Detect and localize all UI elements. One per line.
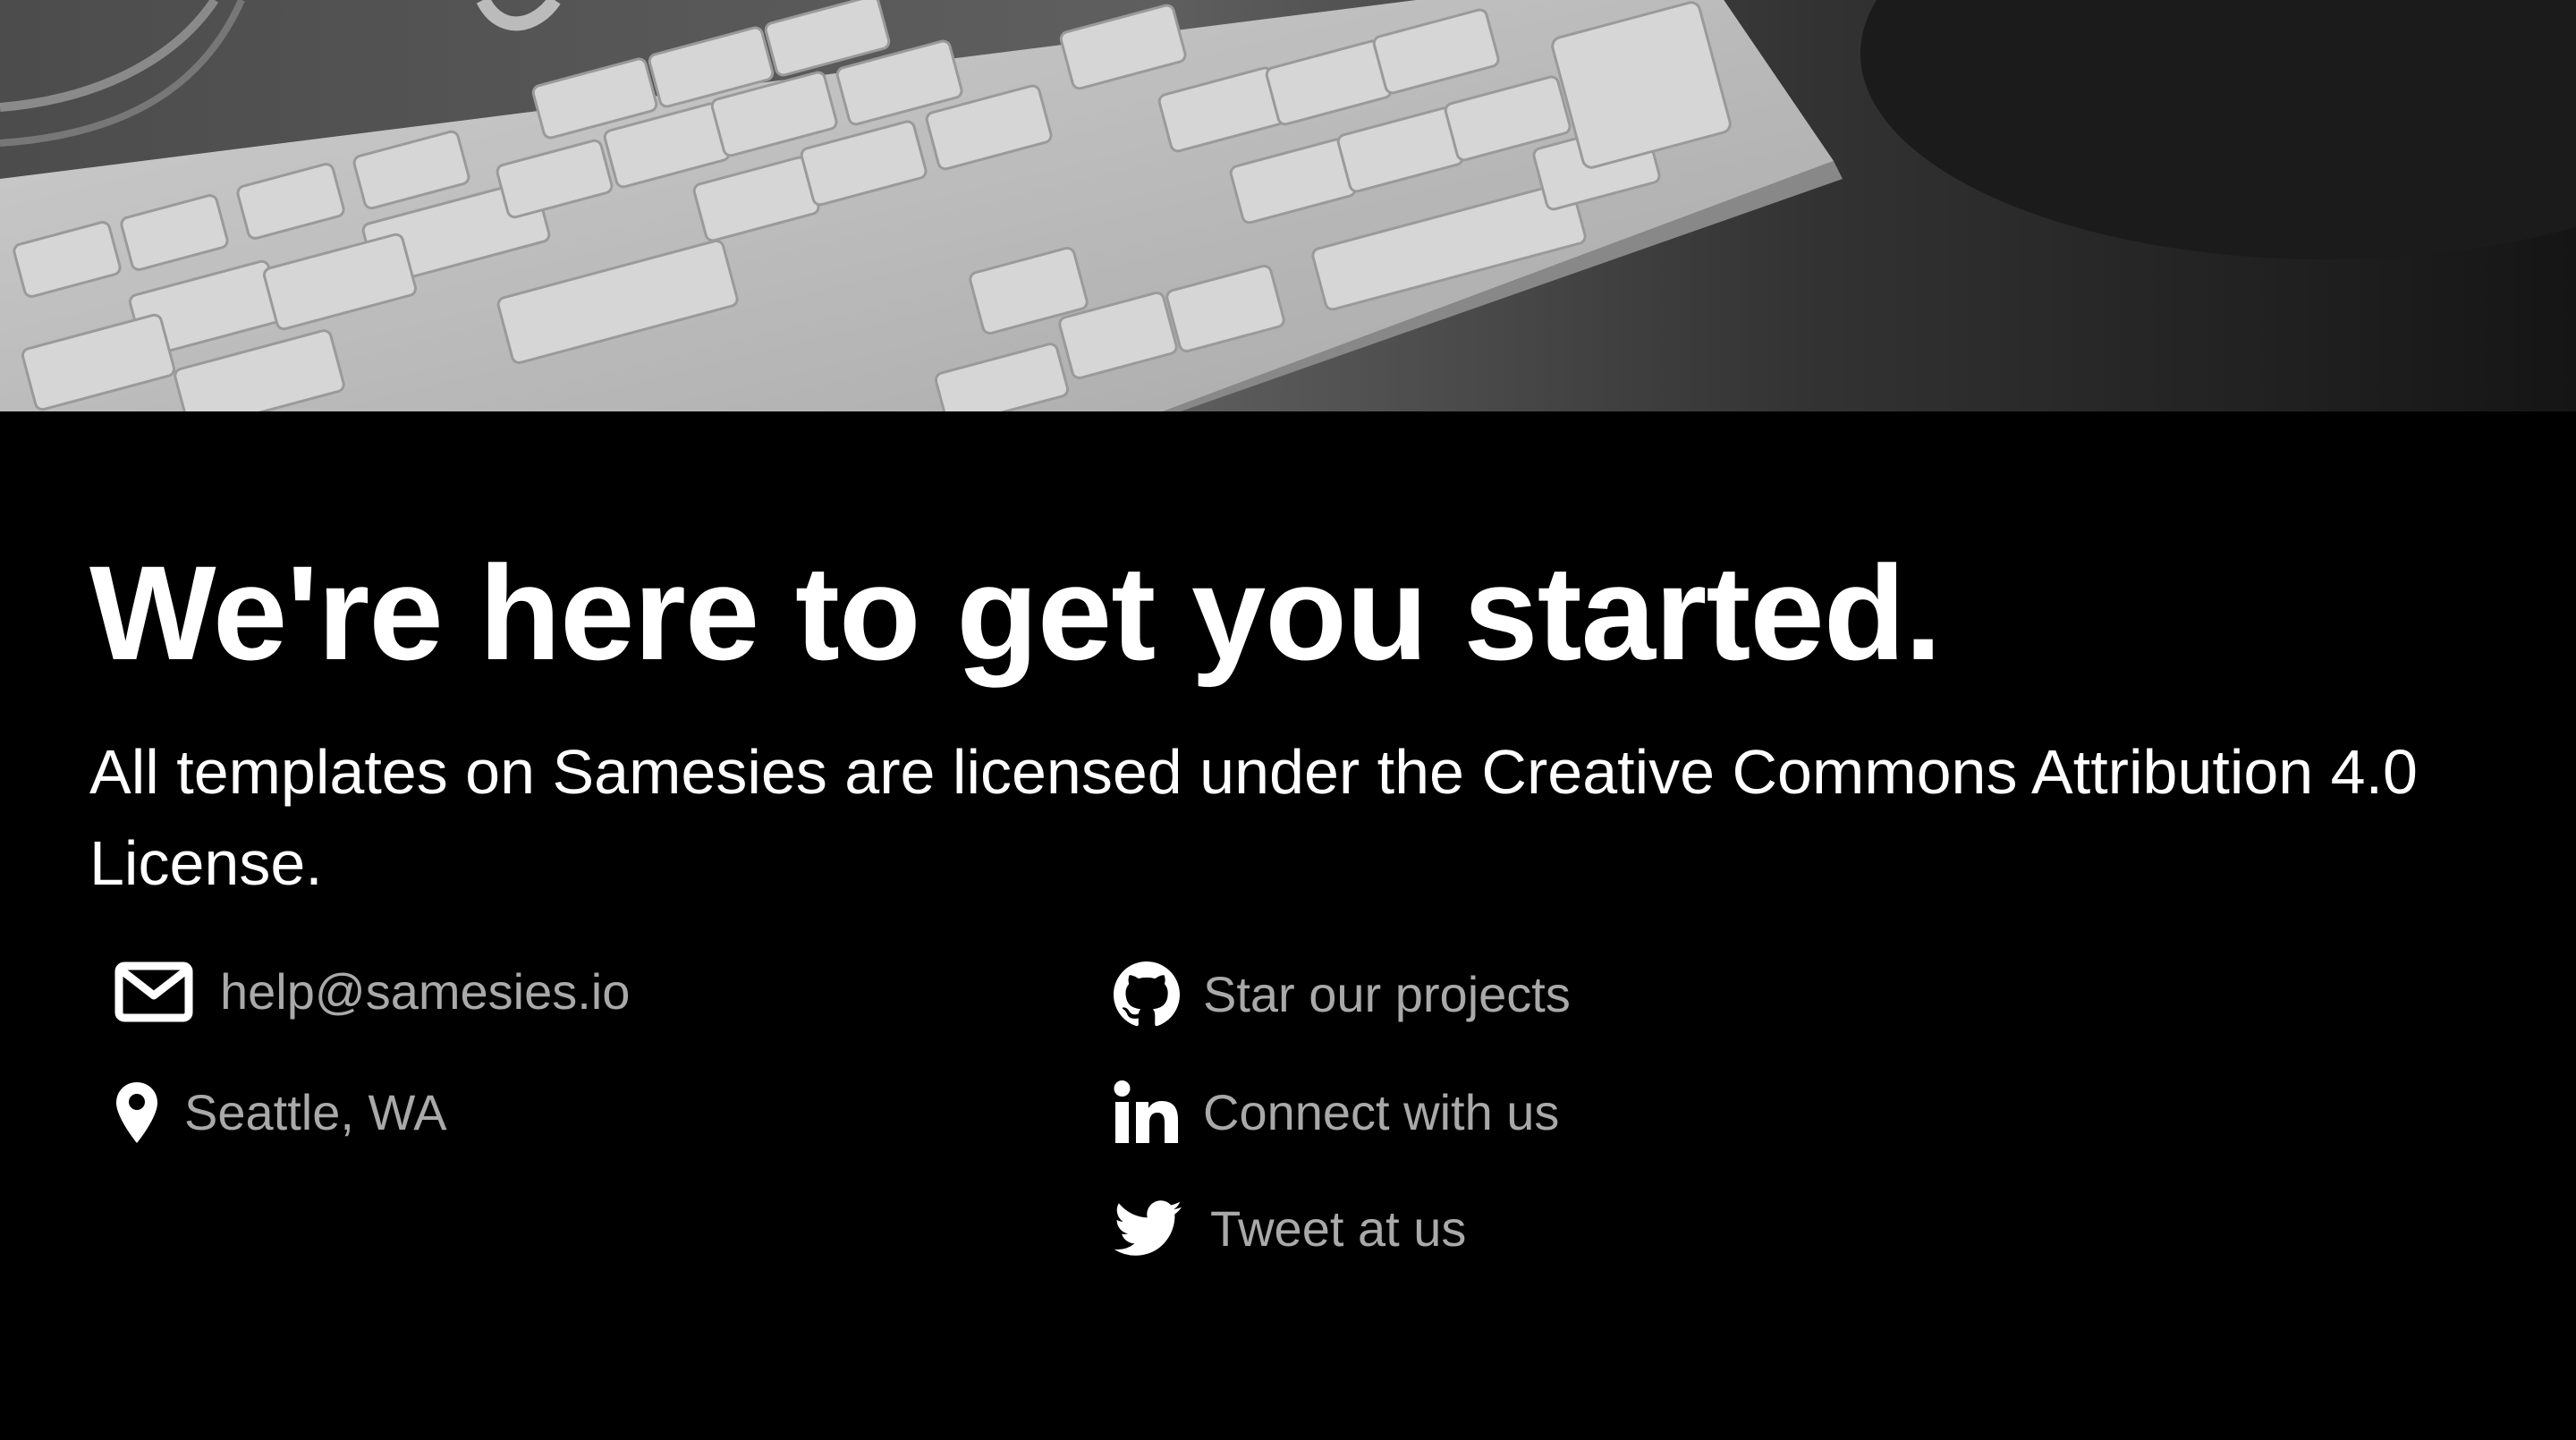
linkedin-link[interactable]: Connect with us [1114, 1080, 1559, 1145]
license-description: All templates on Samesies are licensed u… [89, 737, 2418, 898]
page: We're here to get you started. All templ… [0, 0, 2576, 1440]
envelope-icon [114, 961, 193, 1022]
map-pin-icon [114, 1080, 159, 1145]
hero-keyboard-image [0, 0, 2576, 411]
page-title: We're here to get you started. [89, 538, 1942, 688]
twitter-icon [1114, 1200, 1183, 1258]
linkedin-label: Connect with us [1203, 1084, 1560, 1140]
linkedin-icon [1114, 1080, 1180, 1145]
twitter-link[interactable]: Tweet at us [1114, 1200, 1466, 1258]
email-link[interactable]: help@samesies.io [114, 961, 630, 1022]
github-icon [1114, 961, 1180, 1028]
github-label: Star our projects [1203, 966, 1571, 1022]
github-link[interactable]: Star our projects [1114, 961, 1571, 1028]
location-label: Seattle, WA [184, 1084, 447, 1140]
email-label: help@samesies.io [220, 963, 631, 1020]
location-item: Seattle, WA [114, 1080, 447, 1145]
twitter-label: Tweet at us [1210, 1200, 1467, 1257]
